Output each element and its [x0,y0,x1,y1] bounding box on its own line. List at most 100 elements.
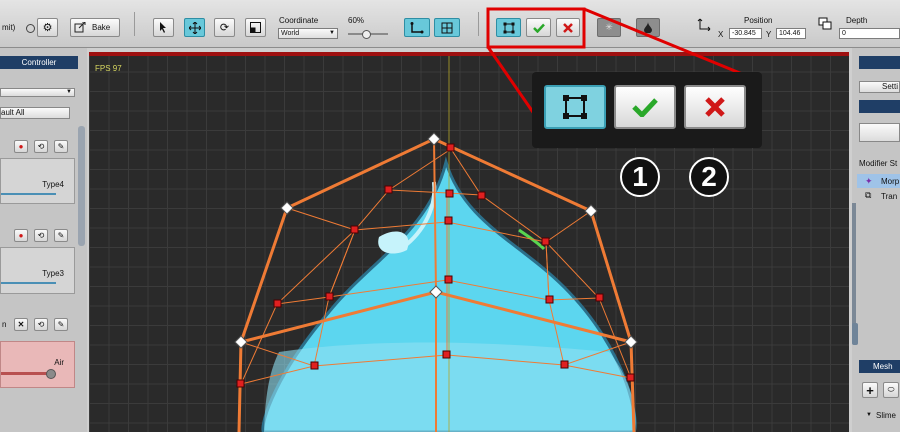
param-type4[interactable]: Type4 [0,158,75,204]
left-scrollbar[interactable] [78,126,85,246]
default-all-button[interactable]: ault All [0,107,70,119]
row3-label: n [2,320,7,329]
coordinate-label: Coordinate [279,16,319,25]
onion-button[interactable]: ✳ [597,18,621,37]
coordinate-value: World [281,30,300,37]
edit-button[interactable]: ✎ [54,229,68,242]
edit-mesh-button[interactable] [496,18,521,37]
step-number-2: 2 [689,157,729,197]
pos-x-label: X [718,30,724,39]
position-label: Position [744,16,773,25]
mesh-header: Mesh [859,360,900,373]
reset-icon: ⟲ [37,142,45,151]
chevron-down-icon: ▼ [866,412,872,418]
param-type4-bar [1,193,56,195]
record-button[interactable]: ● [14,140,28,153]
modifier-stack-label: Modifier St [859,159,898,168]
check-icon [632,98,658,117]
close-icon: ✕ [17,320,25,329]
move-icon [188,21,201,34]
record-button[interactable]: ● [14,229,28,242]
slime-label: Slime [876,411,897,420]
pencil-icon: ✎ [57,231,65,240]
drop-icon [644,22,652,33]
add-mesh-button[interactable]: + [862,382,878,398]
right-second-header [859,100,900,113]
zoom-slider-knob[interactable] [362,30,371,39]
reset-button[interactable]: ⟲ [34,318,48,331]
callout-cancel-button [684,85,746,129]
settings-button[interactable]: ⚙ [37,18,58,37]
move-tool-button[interactable] [184,18,205,37]
transform-icon: ⧉ [865,190,872,200]
type3-label: Type3 [42,269,64,278]
right-panel: Setti Modifier St ✦ Morp ⧉ Tran Mesh + ⬭… [852,48,900,432]
reset-button[interactable]: ⟲ [34,140,48,153]
edit-button[interactable]: ✎ [54,140,68,153]
pos-x-field[interactable]: -30.845 [729,28,762,39]
settings-tab[interactable]: Setti [859,81,900,93]
plus-icon: + [866,382,874,398]
depth-value: 0 [842,30,846,37]
modifier-item-transform[interactable]: ⧉ Tran [857,189,900,203]
modifier-1-label: Morp [881,177,900,186]
right-scroll-thumb[interactable] [852,323,858,345]
gear-icon: ⚙ [42,22,53,34]
settings-label: Setti [882,82,899,91]
ellipse-icon: ⬭ [887,385,895,394]
check-icon [532,23,545,33]
pos-y-field[interactable]: 104.46 [776,28,806,39]
controller-dropdown[interactable]: ▼ [0,88,75,97]
reset-icon: ⟲ [37,320,45,329]
record-icon: ● [18,231,24,240]
param-air-knob[interactable] [46,369,56,379]
pointer-icon [160,22,166,33]
zoom-callout [532,72,762,148]
controller-header: Controller [0,56,78,69]
chevron-down-icon: ▼ [329,30,335,36]
type4-label: Type4 [42,180,64,189]
callout-confirm-button [614,85,676,129]
record-icon: ● [18,142,24,151]
left-panel: Controller ▼ ault All ● ⟲ ✎ Type4 ● ⟲ ✎ … [0,48,87,432]
modifier-item-morph[interactable]: ✦ Morp [857,174,900,188]
polygon-edit-icon [503,22,514,33]
depth-label: Depth [846,16,868,25]
scale-tool-button[interactable] [245,18,266,37]
close-icon [705,97,725,117]
polygon-edit-icon [563,95,587,119]
param-air[interactable]: Air [0,341,75,388]
mesh-mode-button[interactable] [434,18,460,37]
pos-y-value: 104.46 [779,30,801,37]
mesh-icon [441,22,453,33]
reset-icon: ⟲ [37,231,45,240]
cancel-button[interactable] [556,18,580,37]
right-action-button[interactable] [859,123,900,142]
coordinate-dropdown[interactable]: World ▼ [278,28,338,39]
mesh-shape-button[interactable]: ⬭ [883,382,899,398]
physics-button[interactable] [636,18,660,37]
zoom-slider[interactable] [348,30,388,39]
bone-mode-button[interactable] [404,18,430,37]
step-number-1: 1 [620,157,660,197]
rotate-icon: ⟳ [219,22,230,34]
radio-icon[interactable] [26,24,35,33]
air-label: Air [54,358,64,367]
rotate-tool-button[interactable]: ⟳ [214,18,235,37]
right-top-header [859,56,900,69]
edit-button[interactable]: ✎ [54,318,68,331]
bake-button[interactable]: Bake [70,18,120,37]
depth-field[interactable]: 0 [839,28,900,39]
confirm-button[interactable] [526,18,551,37]
unit-label: mit) [2,23,16,32]
right-splitter[interactable] [852,203,856,333]
select-tool-button[interactable] [153,18,174,37]
pencil-icon: ✎ [57,142,65,151]
layers-icon [818,17,832,30]
morph-icon: ✦ [865,176,873,186]
param-type3[interactable]: Type3 [0,247,75,294]
reset-button[interactable]: ⟲ [34,229,48,242]
callout-edit-mesh-button [544,85,606,129]
remove-button[interactable]: ✕ [14,318,28,331]
bone-icon [410,21,424,33]
